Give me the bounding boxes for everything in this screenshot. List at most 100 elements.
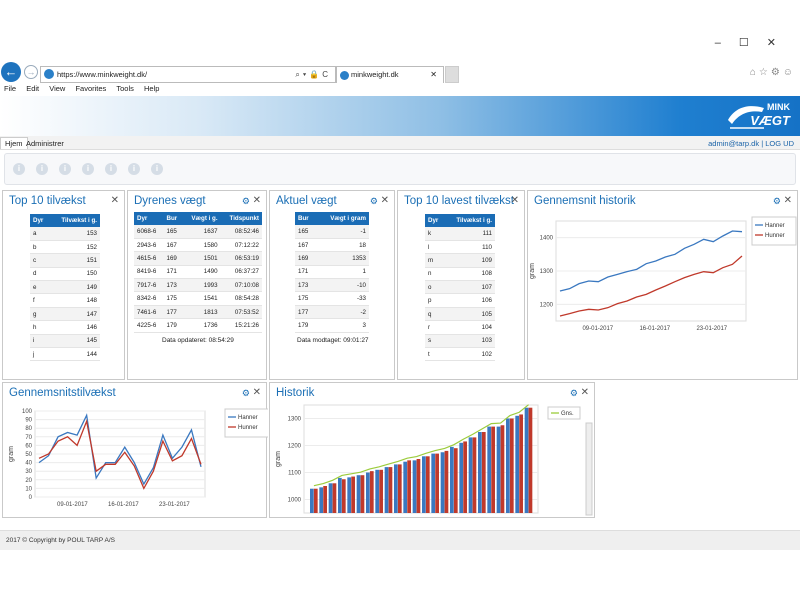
nav-home[interactable]: Hjem xyxy=(0,137,28,149)
table-row: t 102 xyxy=(425,347,495,362)
column-header[interactable]: Dyr xyxy=(134,212,164,225)
table-cell: c xyxy=(30,253,50,268)
bar-hunner xyxy=(388,467,393,513)
info-icon[interactable]: i xyxy=(105,163,117,175)
new-tab-button[interactable] xyxy=(445,66,459,83)
info-icon[interactable]: i xyxy=(128,163,140,175)
forward-button[interactable]: → xyxy=(24,65,38,79)
info-icon[interactable]: i xyxy=(151,163,163,175)
bar-hanner xyxy=(524,407,529,513)
logout-link[interactable]: LOG UD xyxy=(765,139,794,148)
close-icon[interactable]: ✕ xyxy=(784,195,792,206)
address-tools-icons[interactable]: ⌕▾🔒C xyxy=(295,67,331,82)
table-header-row: Dyr Bur Vægt i g. Tidspunkt xyxy=(134,212,262,225)
info-icon[interactable]: i xyxy=(59,163,71,175)
table-cell: 15:21:26 xyxy=(220,318,262,333)
table-row: p 106 xyxy=(425,293,495,308)
menu-view[interactable]: View xyxy=(49,84,65,93)
table-cell: 18 xyxy=(316,238,369,253)
close-icon[interactable]: ✕ xyxy=(581,387,589,398)
column-header[interactable]: Tilvækst i g. xyxy=(444,214,495,227)
user-email-link[interactable]: admin@tarp.dk xyxy=(708,139,759,148)
close-icon[interactable]: ✕ xyxy=(511,195,519,206)
column-header[interactable]: Tilvækst i g. xyxy=(49,214,100,227)
column-header[interactable]: Vægt i gram xyxy=(316,212,369,225)
scrollbar[interactable] xyxy=(585,422,593,516)
bar-hanner xyxy=(366,472,370,513)
bar-hunner xyxy=(528,407,533,513)
bar-hanner xyxy=(310,488,314,513)
column-header[interactable]: Dyr xyxy=(425,214,445,227)
info-icon[interactable]: i xyxy=(82,163,94,175)
close-icon[interactable]: ✕ xyxy=(253,195,261,206)
table-cell: f xyxy=(30,293,50,308)
gear-icon[interactable]: ⚙ xyxy=(570,388,578,399)
bar-hanner xyxy=(515,415,520,513)
menu-tools[interactable]: Tools xyxy=(116,84,134,93)
minkvaegt-logo[interactable]: MINK VÆGT xyxy=(726,98,794,134)
column-header[interactable]: Bur xyxy=(295,212,317,225)
table-cell: 177 xyxy=(295,305,317,320)
table-cell: 1353 xyxy=(316,251,369,266)
column-header[interactable]: Dyr xyxy=(30,214,50,227)
column-header[interactable]: Vægt i g. xyxy=(183,212,221,225)
menu-help[interactable]: Help xyxy=(144,84,159,93)
widget-title: Aktuel vægt xyxy=(276,195,337,207)
browser-tab[interactable]: minkweight.dk ✕ xyxy=(336,66,444,83)
y-tick-label: 40 xyxy=(25,461,32,467)
y-tick-label: 100 xyxy=(22,409,33,415)
info-icon[interactable]: i xyxy=(13,163,25,175)
browser-toolbar-icons[interactable]: ⌂☆⚙☺ xyxy=(750,67,796,78)
table-cell: 165 xyxy=(295,225,317,239)
table-cell: 167 xyxy=(295,238,317,253)
table-row: o 107 xyxy=(425,280,495,295)
y-tick-label: 1200 xyxy=(288,444,302,450)
column-header[interactable]: Tidspunkt xyxy=(220,212,262,225)
table-row: 173 -10 xyxy=(295,278,369,293)
close-icon[interactable]: ✕ xyxy=(253,387,261,398)
back-button[interactable]: ← xyxy=(1,62,21,82)
y-tick-label: 30 xyxy=(25,469,32,475)
widget-title: Dyrenes vægt xyxy=(134,195,206,207)
gear-icon[interactable]: ⚙ xyxy=(773,196,781,207)
menu-edit[interactable]: Edit xyxy=(26,84,39,93)
bar-hunner xyxy=(463,441,467,513)
info-icon[interactable]: i xyxy=(36,163,48,175)
address-bar[interactable]: https://www.minkweight.dk/ ⌕▾🔒C xyxy=(40,66,336,83)
table-cell: 149 xyxy=(49,280,100,295)
gear-icon[interactable]: ⚙ xyxy=(242,388,250,399)
legend-label: Hanner xyxy=(765,223,785,229)
table-row: 175 -33 xyxy=(295,291,369,306)
gear-icon[interactable]: ⚙ xyxy=(242,196,250,207)
window-controls[interactable]: –☐✕ xyxy=(715,36,794,49)
table-cell: 1580 xyxy=(183,238,221,253)
table-cell: n xyxy=(425,267,445,282)
menu-favorites[interactable]: Favorites xyxy=(75,84,106,93)
y-tick-label: 20 xyxy=(25,478,32,484)
table-cell: 151 xyxy=(49,253,100,268)
bar-hanner xyxy=(375,469,380,513)
bar-hunner xyxy=(369,471,374,513)
legend xyxy=(751,216,797,246)
y-tick-label: 0 xyxy=(29,495,33,501)
widget-history: Historik ⚙ ✕ 1000 1100 1200 1300 gram Gns. xyxy=(269,382,595,518)
table-row: j 144 xyxy=(30,347,100,362)
user-area: admin@tarp.dk | LOG UD xyxy=(708,138,794,150)
table-row: 179 3 xyxy=(295,318,369,333)
table-cell: p xyxy=(425,293,445,308)
bar-hanner xyxy=(384,467,389,513)
table-cell: -33 xyxy=(316,291,369,306)
menu-bar: File Edit View Favorites Tools Help xyxy=(0,84,800,96)
gear-icon[interactable]: ⚙ xyxy=(370,196,378,207)
close-icon[interactable]: ✕ xyxy=(111,195,119,206)
table-row: m 109 xyxy=(425,253,495,268)
table-cell: 1637 xyxy=(183,225,221,239)
menu-file[interactable]: File xyxy=(4,84,16,93)
column-header[interactable]: Bur xyxy=(163,212,183,225)
y-tick-label: 1200 xyxy=(540,302,554,308)
bar-hunner xyxy=(416,459,421,513)
table-row: 167 18 xyxy=(295,238,369,253)
close-icon[interactable]: ✕ xyxy=(381,195,389,206)
close-tab-icon[interactable]: ✕ xyxy=(430,67,437,83)
nav-administrer[interactable]: Administrer xyxy=(26,138,64,150)
